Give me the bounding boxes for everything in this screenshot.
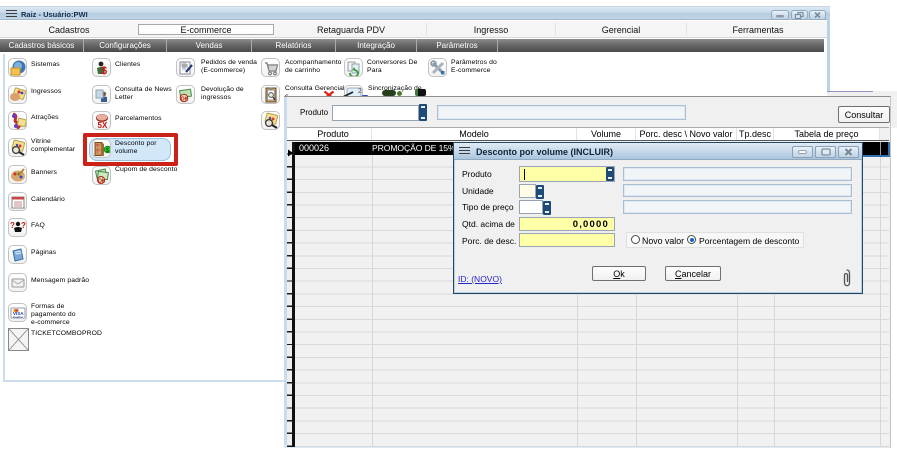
- svg-text:OK: OK: [181, 97, 189, 103]
- svg-text:$: $: [101, 65, 107, 77]
- svg-text:OK: OK: [98, 179, 106, 185]
- svg-text:?: ?: [21, 221, 26, 230]
- svg-text:5X: 5X: [98, 121, 108, 130]
- svg-text:PayPal: PayPal: [13, 315, 23, 319]
- svg-text:?: ?: [10, 221, 15, 230]
